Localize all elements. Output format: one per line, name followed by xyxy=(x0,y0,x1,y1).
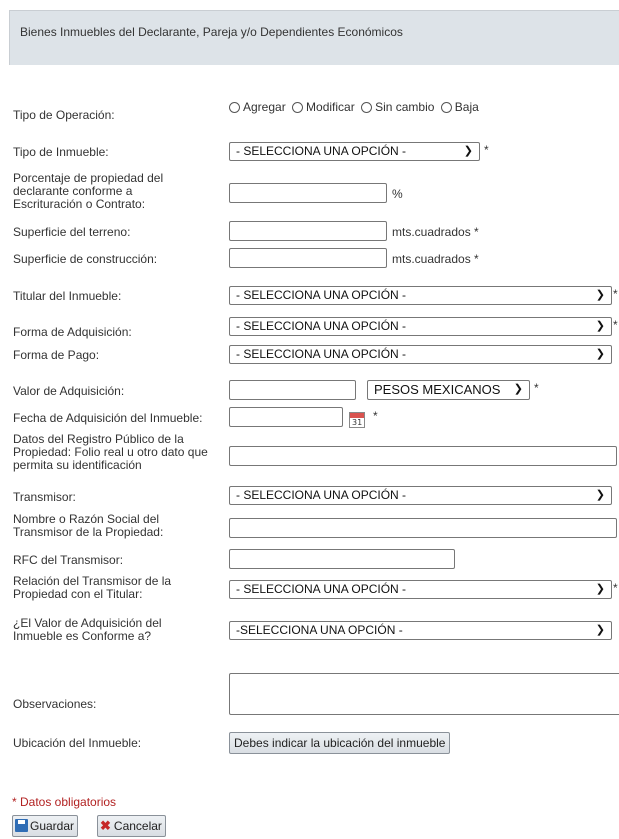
chevron-down-icon: ❯ xyxy=(463,145,473,157)
rfc-transmisor-input[interactable] xyxy=(229,549,455,569)
superficie-construccion-unit: mts.cuadrados * xyxy=(392,252,479,266)
fecha-adquisicion-label: Fecha de Adquisición del Inmueble: xyxy=(13,411,203,425)
radio-circle-icon[interactable] xyxy=(229,102,240,113)
titular-value: - SELECCIONA UNA OPCIÓN - xyxy=(236,288,407,302)
porcentaje-input[interactable] xyxy=(229,183,387,203)
superficie-construccion-label: Superficie de construcción: xyxy=(13,252,158,266)
relacion-transmisor-select[interactable]: - SELECCIONA UNA OPCIÓN - ❯ xyxy=(229,580,612,599)
chevron-down-icon: ❯ xyxy=(595,583,605,595)
close-icon: ✖ xyxy=(100,818,111,833)
chevron-down-icon: ❯ xyxy=(513,383,523,395)
radio-label: Agregar xyxy=(243,100,286,114)
relacion-transmisor-label: Relación del Transmisor de la Propiedad … xyxy=(13,574,172,601)
radio-circle-icon[interactable] xyxy=(292,102,304,113)
valor-conforme-select[interactable]: -SELECCIONA UNA OPCIÓN - ❯ xyxy=(229,621,612,640)
forma-pago-select[interactable]: - SELECCIONA UNA OPCIÓN - ❯ xyxy=(229,345,612,364)
required-marker: * xyxy=(613,318,618,332)
nombre-transmisor-input[interactable] xyxy=(229,518,617,538)
transmisor-select[interactable]: - SELECCIONA UNA OPCIÓN - ❯ xyxy=(229,486,612,505)
operation-label: Tipo de Operación: xyxy=(13,108,115,122)
titular-select[interactable]: - SELECCIONA UNA OPCIÓN - ❯ xyxy=(229,286,612,305)
superficie-terreno-input[interactable] xyxy=(229,221,387,241)
tipo-inmueble-label: Tipo de Inmueble: xyxy=(13,145,109,159)
observaciones-label: Observaciones: xyxy=(13,697,97,711)
currency-select[interactable]: PESOS MEXICANOS ❯ xyxy=(367,380,530,400)
save-label: Guardar xyxy=(30,819,75,833)
required-marker: * xyxy=(484,143,489,157)
transmisor-label: Transmisor: xyxy=(13,490,76,504)
ubicacion-button[interactable]: Debes indicar la ubicación del inmueble xyxy=(229,732,451,754)
titular-label: Titular del Inmueble: xyxy=(13,289,122,303)
required-marker: * xyxy=(534,381,539,395)
radio-sin-cambio[interactable]: Sin cambio xyxy=(361,100,434,114)
forma-adquisicion-value: - SELECCIONA UNA OPCIÓN - xyxy=(236,319,407,333)
save-button[interactable]: Guardar xyxy=(12,815,79,837)
porcentaje-unit: % xyxy=(392,187,403,201)
porcentaje-label: Porcentaje de propiedad del declarante c… xyxy=(13,171,164,211)
registro-publico-input[interactable] xyxy=(229,446,617,466)
valor-adquisicion-input[interactable] xyxy=(229,380,356,400)
superficie-terreno-label: Superficie del terreno: xyxy=(13,225,131,239)
tipo-inmueble-select[interactable]: - SELECCIONA UNA OPCIÓN - ❯ xyxy=(229,142,480,161)
relacion-transmisor-value: - SELECCIONA UNA OPCIÓN - xyxy=(236,582,407,596)
save-icon xyxy=(15,819,28,832)
observaciones-textarea[interactable] xyxy=(229,673,619,715)
calendar-icon[interactable]: 31 xyxy=(349,412,365,428)
fecha-adquisicion-input[interactable] xyxy=(229,407,343,427)
required-marker: * xyxy=(613,287,618,301)
chevron-down-icon: ❯ xyxy=(595,348,605,360)
cancel-button[interactable]: ✖ Cancelar xyxy=(97,815,166,837)
required-marker: * xyxy=(373,409,378,423)
superficie-terreno-unit: mts.cuadrados * xyxy=(392,225,479,239)
forma-pago-label: Forma de Pago: xyxy=(13,348,100,362)
transmisor-value: - SELECCIONA UNA OPCIÓN - xyxy=(236,488,407,502)
required-note: * Datos obligatorios xyxy=(12,795,117,809)
radio-label: Sin cambio xyxy=(375,100,435,114)
valor-adquisicion-label: Valor de Adquisición: xyxy=(13,384,125,398)
required-marker: * xyxy=(613,581,618,595)
currency-value: PESOS MEXICANOS xyxy=(374,382,501,397)
cancel-label: Cancelar xyxy=(113,819,162,833)
radio-label: Modificar xyxy=(306,100,355,114)
rfc-transmisor-label: RFC del Transmisor: xyxy=(13,553,124,567)
radio-circle-icon[interactable] xyxy=(440,102,452,113)
tipo-inmueble-value: - SELECCIONA UNA OPCIÓN - xyxy=(236,144,407,158)
forma-adquisicion-select[interactable]: - SELECCIONA UNA OPCIÓN - ❯ xyxy=(229,317,612,336)
chevron-down-icon: ❯ xyxy=(595,289,605,301)
valor-conforme-value: -SELECCIONA UNA OPCIÓN - xyxy=(236,623,403,637)
section-title: Bienes Inmuebles del Declarante, Pareja … xyxy=(20,25,403,39)
chevron-down-icon: ❯ xyxy=(595,624,605,636)
section-header: Bienes Inmuebles del Declarante, Pareja … xyxy=(9,11,619,65)
radio-modificar[interactable]: Modificar xyxy=(292,100,355,114)
radio-circle-icon[interactable] xyxy=(361,102,373,113)
operation-radio-group: Agregar Modificar Sin cambio Baja xyxy=(229,100,482,114)
chevron-down-icon: ❯ xyxy=(595,320,605,332)
radio-agregar[interactable]: Agregar xyxy=(229,100,286,114)
chevron-down-icon: ❯ xyxy=(595,489,605,501)
forma-pago-value: - SELECCIONA UNA OPCIÓN - xyxy=(236,347,407,361)
nombre-transmisor-label: Nombre o Razón Social del Transmisor de … xyxy=(13,512,164,539)
radio-label: Baja xyxy=(454,100,479,114)
radio-baja[interactable]: Baja xyxy=(440,100,479,114)
forma-adquisicion-label: Forma de Adquisición: xyxy=(13,325,132,339)
superficie-construccion-input[interactable] xyxy=(229,248,387,268)
registro-publico-label: Datos del Registro Público de la Propied… xyxy=(13,432,208,472)
ubicacion-label: Ubicación del Inmueble: xyxy=(13,736,142,750)
valor-conforme-label: ¿El Valor de Adquisición del Inmueble es… xyxy=(13,616,162,643)
